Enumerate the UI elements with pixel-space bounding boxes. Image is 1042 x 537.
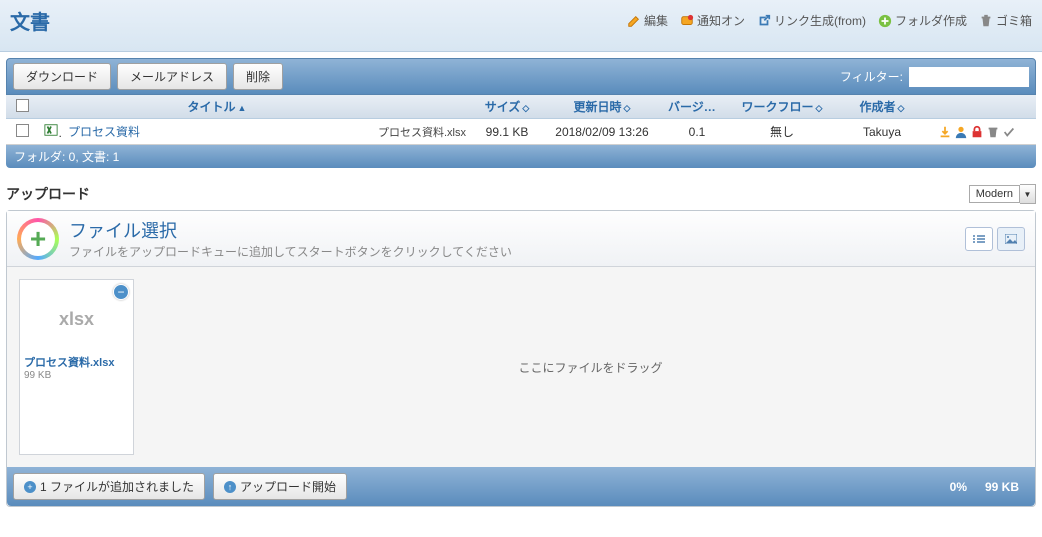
filter-label: フィルター: <box>840 68 903 85</box>
link-gen-label: リンク生成(from) <box>774 12 866 29</box>
external-icon <box>757 14 771 28</box>
upload-header: アップロード Modern ▼ <box>0 174 1042 210</box>
check-icon[interactable] <box>1002 125 1016 139</box>
grid-toolbar: ダウンロード メールアドレス 削除 フィルター: <box>6 58 1036 95</box>
grid-footer: フォルダ: 0, 文書: 1 <box>6 145 1036 168</box>
upload-panel: + ファイル選択 ファイルをアップロードキューに追加してスタートボタンをクリック… <box>6 210 1036 507</box>
upload-body: − xlsx プロセス資料.xlsx 99 KB ここにファイルをドラッグ <box>7 267 1035 467</box>
list-view-button[interactable] <box>965 227 993 251</box>
trash-icon <box>979 14 993 28</box>
upload-footer: + 1 ファイルが追加されました ↑ アップロード開始 0% 99 KB <box>7 467 1035 506</box>
trash-label: ゴミ箱 <box>996 12 1032 29</box>
row-checkbox[interactable] <box>16 124 29 137</box>
document-panel: ダウンロード メールアドレス 削除 フィルター: タイトル▲ サイズ◇ 更新日時… <box>0 52 1042 174</box>
remove-file-button[interactable]: − <box>113 284 129 300</box>
excel-icon <box>44 123 58 137</box>
link-gen-action[interactable]: リンク生成(from) <box>757 12 866 29</box>
doc-author: Takuya <box>832 125 932 139</box>
upload-section-title: アップロード <box>6 184 90 204</box>
doc-update: 2018/02/09 13:26 <box>542 125 662 139</box>
file-select-label[interactable]: ファイル選択 <box>69 217 512 243</box>
folder-create-action[interactable]: フォルダ作成 <box>878 12 967 29</box>
flag-icon <box>680 14 694 28</box>
doc-size: 99.1 KB <box>472 125 542 139</box>
header-author[interactable]: 作成者◇ <box>832 98 932 115</box>
theme-value: Modern <box>969 185 1020 203</box>
filter-area: フィルター: <box>840 67 1029 87</box>
download-icon[interactable] <box>938 125 952 139</box>
header-version[interactable]: バージョン◇ <box>662 98 732 115</box>
list-icon <box>973 235 985 243</box>
edit-action[interactable]: 編集 <box>627 12 668 29</box>
view-mode-toggle <box>965 227 1025 251</box>
download-button[interactable]: ダウンロード <box>13 63 111 90</box>
upload-percent: 0% <box>950 480 967 494</box>
sort-asc-icon: ▲ <box>238 103 247 113</box>
user-icon[interactable] <box>954 125 968 139</box>
select-all-checkbox[interactable] <box>16 99 29 112</box>
doc-filename: プロセス資料.xlsx <box>372 124 472 140</box>
row-actions <box>932 125 1032 139</box>
delete-icon[interactable] <box>986 125 1000 139</box>
sort-icon: ◇ <box>898 103 905 113</box>
table-row[interactable]: プロセス資料 プロセス資料.xlsx 99.1 KB 2018/02/09 13… <box>6 119 1036 145</box>
folder-create-label: フォルダ作成 <box>895 12 967 29</box>
start-upload-label: アップロード開始 <box>240 478 336 495</box>
header-update[interactable]: 更新日時◇ <box>542 98 662 115</box>
lock-icon[interactable] <box>970 125 984 139</box>
edit-label: 編集 <box>644 12 668 29</box>
upload-panel-header: + ファイル選択 ファイルをアップロードキューに追加してスタートボタンをクリック… <box>7 211 1035 267</box>
email-button[interactable]: メールアドレス <box>117 63 227 90</box>
page-header: 文書 編集 通知オン リンク生成(from) フォルダ作成 ゴミ箱 <box>0 0 1042 52</box>
thumb-view-button[interactable] <box>997 227 1025 251</box>
theme-dropdown-button[interactable]: ▼ <box>1020 184 1036 204</box>
header-checkbox-col <box>10 99 38 115</box>
notify-action[interactable]: 通知オン <box>680 12 745 29</box>
add-icon <box>878 14 892 28</box>
drop-message: ここにファイルをドラッグ <box>518 359 662 376</box>
file-select-sub: ファイルをアップロードキューに追加してスタートボタンをクリックしてください <box>69 243 512 260</box>
image-icon <box>1005 234 1017 244</box>
delete-button[interactable]: 削除 <box>233 63 283 90</box>
header-workflow[interactable]: ワークフロー◇ <box>732 98 832 115</box>
upload-total: 99 KB <box>985 480 1019 494</box>
queued-file-size: 99 KB <box>24 370 129 381</box>
add-files-icon[interactable]: + <box>17 218 59 260</box>
sort-icon: ◇ <box>522 103 529 113</box>
header-size[interactable]: サイズ◇ <box>472 98 542 115</box>
upload-stats: 0% 99 KB <box>950 480 1029 494</box>
grid-header: タイトル▲ サイズ◇ 更新日時◇ バージョン◇ ワークフロー◇ 作成者◇ <box>6 95 1036 119</box>
doc-workflow: 無し <box>732 123 832 140</box>
drop-zone[interactable]: ここにファイルをドラッグ <box>146 267 1035 467</box>
doc-title-link[interactable]: プロセス資料 <box>62 123 372 140</box>
queued-file-name: プロセス資料.xlsx <box>24 354 129 370</box>
toolbar-buttons: ダウンロード メールアドレス 削除 <box>13 63 283 90</box>
files-added-label: 1 ファイルが追加されました <box>40 478 194 495</box>
trash-action[interactable]: ゴミ箱 <box>979 12 1032 29</box>
page-title: 文書 <box>10 6 50 35</box>
notify-label: 通知オン <box>697 12 745 29</box>
start-upload-button[interactable]: ↑ アップロード開始 <box>213 473 347 500</box>
theme-selector[interactable]: Modern ▼ <box>969 184 1036 204</box>
top-actions: 編集 通知オン リンク生成(from) フォルダ作成 ゴミ箱 <box>627 12 1032 29</box>
plus-circle-icon: + <box>24 481 36 493</box>
header-title[interactable]: タイトル▲ <box>62 98 372 115</box>
up-arrow-icon: ↑ <box>224 481 236 493</box>
pencil-icon <box>627 14 641 28</box>
filter-input[interactable] <box>909 67 1029 87</box>
sort-icon: ◇ <box>816 103 823 113</box>
sort-icon: ◇ <box>624 103 631 113</box>
doc-version: 0.1 <box>662 125 732 139</box>
queued-file-card[interactable]: − xlsx プロセス資料.xlsx 99 KB <box>19 279 134 455</box>
files-added-status[interactable]: + 1 ファイルが追加されました <box>13 473 205 500</box>
